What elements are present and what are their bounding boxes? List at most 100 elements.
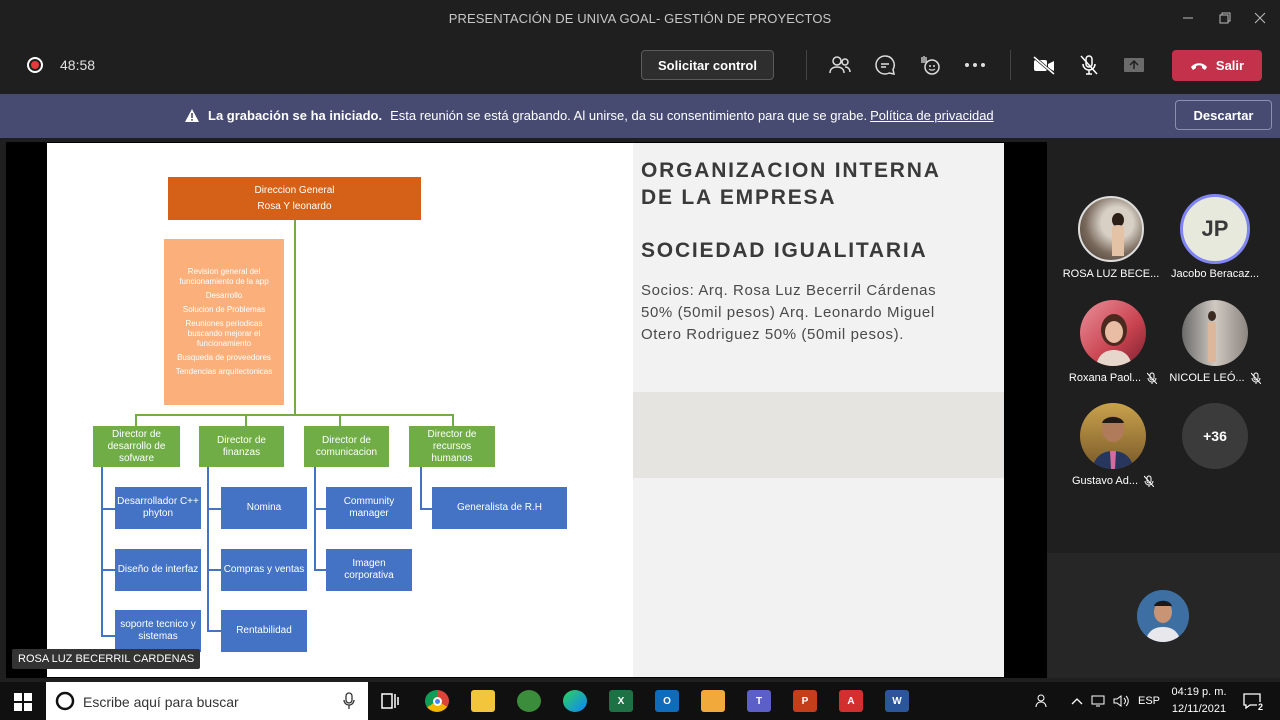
org-role-hr-generalist: Generalista de R.H: [432, 487, 567, 529]
taskbar-search[interactable]: Escribe aquí para buscar: [46, 682, 368, 720]
chrome-app-icon[interactable]: [425, 690, 449, 712]
org-role-developer: Desarrollador C++ phyton: [115, 487, 201, 529]
person-photo-icon: [1112, 213, 1124, 256]
participant-tile[interactable]: Gustavo Ad...: [1055, 403, 1171, 487]
recording-notice-text: Esta reunión se está grabando. Al unirse…: [390, 108, 868, 123]
leave-button[interactable]: Salir: [1172, 50, 1262, 81]
windows-taskbar: Escribe aquí para buscar X O T P A W ESP…: [0, 682, 1280, 720]
more-actions-button[interactable]: [962, 52, 988, 78]
dismiss-button[interactable]: Descartar: [1175, 100, 1272, 130]
clock-time[interactable]: 04:19 p. m.: [1168, 686, 1230, 698]
slide-title: ORGANIZACION INTERNA DE LA EMPRESA: [641, 157, 996, 211]
volume-icon: [1113, 695, 1129, 707]
participant-name: Jacobo Beracaz...: [1170, 268, 1260, 280]
avatar: [1182, 300, 1248, 366]
restore-button[interactable]: [1210, 6, 1240, 30]
outlook-app-icon[interactable]: O: [655, 690, 679, 712]
org-role-purchases-sales: Compras y ventas: [221, 549, 307, 591]
participant-name: ROSA LUZ BECE...: [1062, 268, 1160, 280]
minimize-button[interactable]: [1173, 6, 1203, 30]
connector-line: [101, 635, 115, 637]
mic-toggle-button[interactable]: [1076, 52, 1102, 78]
mic-off-icon: [1250, 372, 1261, 384]
participant-name: NICOLE LEÓ...: [1169, 372, 1245, 384]
mic-off-icon: [1144, 475, 1155, 487]
camera-toggle-button[interactable]: [1031, 52, 1057, 78]
person-photo-icon: [1096, 314, 1132, 366]
person-photo-icon: [1137, 590, 1189, 642]
connector-line: [314, 508, 326, 510]
connector-line: [294, 220, 296, 416]
mic-off-icon: [1147, 372, 1158, 384]
presentation-slide: Direccion General Rosa Y leonardo Revisi…: [47, 143, 1004, 677]
teams-app-icon[interactable]: T: [747, 690, 771, 712]
participants-button[interactable]: [827, 52, 853, 78]
acrobat-app-icon[interactable]: A: [839, 690, 863, 712]
minimize-icon: [1183, 17, 1193, 19]
task-view-icon: [381, 693, 399, 709]
microphone-icon: [343, 692, 355, 709]
avatar: [1078, 196, 1144, 262]
org-task: Busqueda de proveedores: [177, 353, 271, 362]
person-photo-icon: [1208, 311, 1216, 362]
privacy-policy-link[interactable]: Política de privacidad: [870, 108, 994, 123]
participant-tile[interactable]: Roxana Paol...: [1055, 300, 1171, 384]
language-indicator[interactable]: ESP: [1138, 695, 1160, 707]
tray-overflow-button[interactable]: [1065, 690, 1089, 712]
chat-button[interactable]: [872, 52, 898, 78]
game-app-icon[interactable]: [517, 690, 541, 712]
connector-line: [101, 467, 103, 637]
slide-title-line: ORGANIZACION INTERNA: [641, 159, 941, 182]
request-control-button[interactable]: Solicitar control: [641, 50, 774, 80]
connector-line: [207, 467, 209, 632]
toolbar-divider: [806, 50, 807, 80]
file-explorer-icon[interactable]: [471, 690, 495, 712]
connector-line: [207, 569, 221, 571]
connector-line: [314, 467, 316, 571]
presenter-name-tag: ROSA LUZ BECERRIL CARDENAS: [12, 649, 201, 669]
share-screen-icon: [1124, 58, 1144, 72]
clock-date[interactable]: 12/11/2021: [1168, 703, 1230, 715]
self-view: [1047, 553, 1280, 678]
volume-button[interactable]: [1109, 690, 1133, 712]
more-participants-button[interactable]: +36: [1157, 403, 1273, 469]
close-window-button[interactable]: [1245, 6, 1275, 30]
network-button[interactable]: [1087, 690, 1111, 712]
org-task: Reuniones periodicas buscando mejorar el…: [185, 319, 263, 348]
slide-text-panel: ORGANIZACION INTERNA DE LA EMPRESA SOCIE…: [633, 143, 1004, 677]
task-view-button[interactable]: [378, 690, 402, 712]
person-photo-icon: [1092, 416, 1134, 469]
org-role-corporate-image: Imagen corporativa: [326, 549, 412, 591]
more-icon: [965, 63, 985, 67]
participant-tile[interactable]: NICOLE LEÓ...: [1157, 300, 1273, 384]
connector-line: [245, 414, 247, 426]
mic-off-icon: [1080, 55, 1098, 75]
people-icon: [829, 56, 851, 74]
participant-tile[interactable]: ROSA LUZ BECE...: [1053, 196, 1169, 280]
weather-app-icon[interactable]: [701, 690, 725, 712]
reactions-button[interactable]: [917, 52, 943, 78]
excel-app-icon[interactable]: X: [609, 690, 633, 712]
search-circle-icon: [55, 691, 75, 711]
word-app-icon[interactable]: W: [885, 690, 909, 712]
windows-logo-icon: [14, 693, 32, 711]
chevron-up-icon: [1071, 698, 1083, 705]
connector-line: [339, 414, 341, 426]
share-content-button[interactable]: [1121, 52, 1147, 78]
org-director-finance: Director de finanzas: [199, 426, 284, 467]
people-tray-icon[interactable]: [1031, 690, 1055, 712]
slide-body: Socios: Arq. Rosa Luz Becerril Cárdenas …: [641, 282, 937, 343]
notification-center-button[interactable]: 2: [1240, 690, 1264, 712]
org-chart: Direccion General Rosa Y leonardo Revisi…: [47, 143, 633, 677]
notification-count: 2: [1256, 702, 1264, 712]
self-avatar: [1137, 590, 1189, 642]
start-button[interactable]: [11, 691, 35, 713]
more-participants-count: +36: [1182, 403, 1248, 469]
org-box-text: Rosa Y leonardo: [257, 200, 332, 212]
edge-app-icon[interactable]: [563, 690, 587, 712]
org-role-profitability: Rentabilidad: [221, 610, 307, 652]
powerpoint-app-icon[interactable]: P: [793, 690, 817, 712]
participant-tile[interactable]: JP Jacobo Beracaz...: [1157, 194, 1273, 280]
chat-icon: [875, 55, 895, 75]
meeting-toolbar: 48:58 Solicitar control Salir: [0, 36, 1280, 94]
